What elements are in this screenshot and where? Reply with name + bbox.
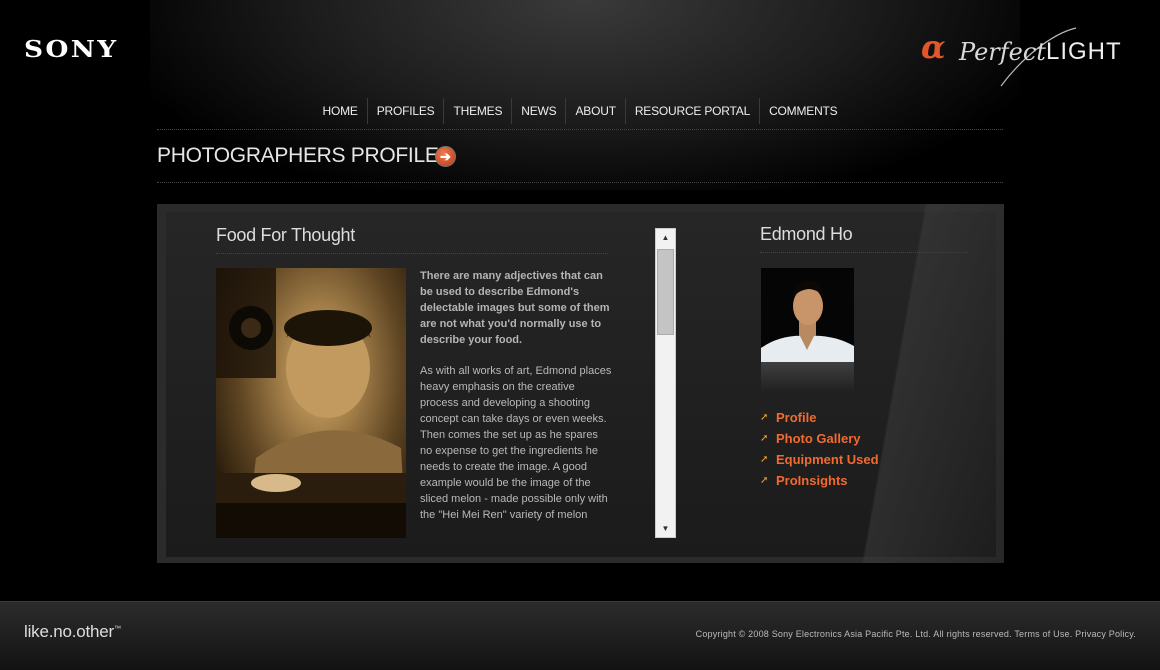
portrait-reflection: [761, 362, 854, 392]
arrow-bullet-icon: ➚: [760, 432, 769, 444]
link-profile[interactable]: Profile: [776, 410, 816, 425]
nav-about[interactable]: ABOUT: [565, 98, 624, 124]
list-item: ➚ Profile: [760, 407, 879, 428]
scrollbar-thumb[interactable]: [657, 249, 674, 335]
article-title: Food For Thought: [216, 225, 355, 245]
logo-light-text: LIGHT: [1046, 38, 1122, 65]
article-body: As with all works of art, Edmond places …: [420, 365, 612, 521]
divider: [157, 182, 1003, 183]
page-title: PHOTOGRAPHERS PROFILE: [157, 144, 439, 167]
photographer-at-work-image: [216, 268, 406, 538]
alpha-perfect-light-logo[interactable]: α Perfect LIGHT: [921, 22, 1136, 87]
article-lead: There are many adjectives that can be us…: [420, 270, 610, 346]
link-photo-gallery[interactable]: Photo Gallery: [776, 431, 861, 446]
photographer-portrait: [761, 268, 854, 362]
divider: [760, 252, 968, 253]
list-item: ➚ Equipment Used: [760, 449, 879, 470]
photographer-name: Edmond Ho: [760, 224, 853, 244]
logo-perfect-text: Perfect: [959, 38, 1046, 66]
nav-comments[interactable]: COMMENTS: [759, 98, 846, 124]
link-proinsights[interactable]: ProInsights: [776, 473, 848, 488]
profile-links: ➚ Profile ➚ Photo Gallery ➚ Equipment Us…: [760, 407, 879, 491]
arrow-bullet-icon: ➚: [760, 411, 769, 423]
arrow-circle-right-icon[interactable]: ➔: [435, 146, 456, 167]
article-scrollbar[interactable]: ▲ ▼: [655, 228, 676, 538]
article-text: There are many adjectives that can be us…: [420, 268, 612, 538]
trademark-mark: ™: [114, 625, 121, 633]
scroll-up-arrow-icon[interactable]: ▲: [656, 229, 675, 246]
slogan: like.no.other™: [24, 622, 121, 642]
link-equipment-used[interactable]: Equipment Used: [776, 452, 879, 467]
nav-resource-portal[interactable]: RESOURCE PORTAL: [624, 98, 759, 124]
arrow-bullet-icon: ➚: [760, 453, 769, 465]
list-item: ➚ ProInsights: [760, 470, 879, 491]
main-nav: HOME PROFILES THEMES NEWS ABOUT RESOURCE…: [157, 98, 1003, 130]
article-photo: [216, 268, 406, 538]
nav-themes[interactable]: THEMES: [443, 98, 511, 124]
nav-home[interactable]: HOME: [314, 98, 367, 124]
nav-profiles[interactable]: PROFILES: [366, 98, 444, 124]
alpha-mark: α: [921, 28, 946, 66]
slogan-text: like.no.other: [24, 622, 115, 641]
arrow-bullet-icon: ➚: [760, 474, 769, 486]
sony-logo[interactable]: SONY: [24, 36, 118, 63]
nav-news[interactable]: NEWS: [511, 98, 565, 124]
portrait-image: [761, 268, 854, 362]
copyright-text: Copyright © 2008 Sony Electronics Asia P…: [695, 629, 1136, 639]
scroll-down-arrow-icon[interactable]: ▼: [656, 520, 675, 537]
list-item: ➚ Photo Gallery: [760, 428, 879, 449]
footer: like.no.other™ Copyright © 2008 Sony Ele…: [0, 601, 1160, 670]
divider: [216, 253, 608, 254]
